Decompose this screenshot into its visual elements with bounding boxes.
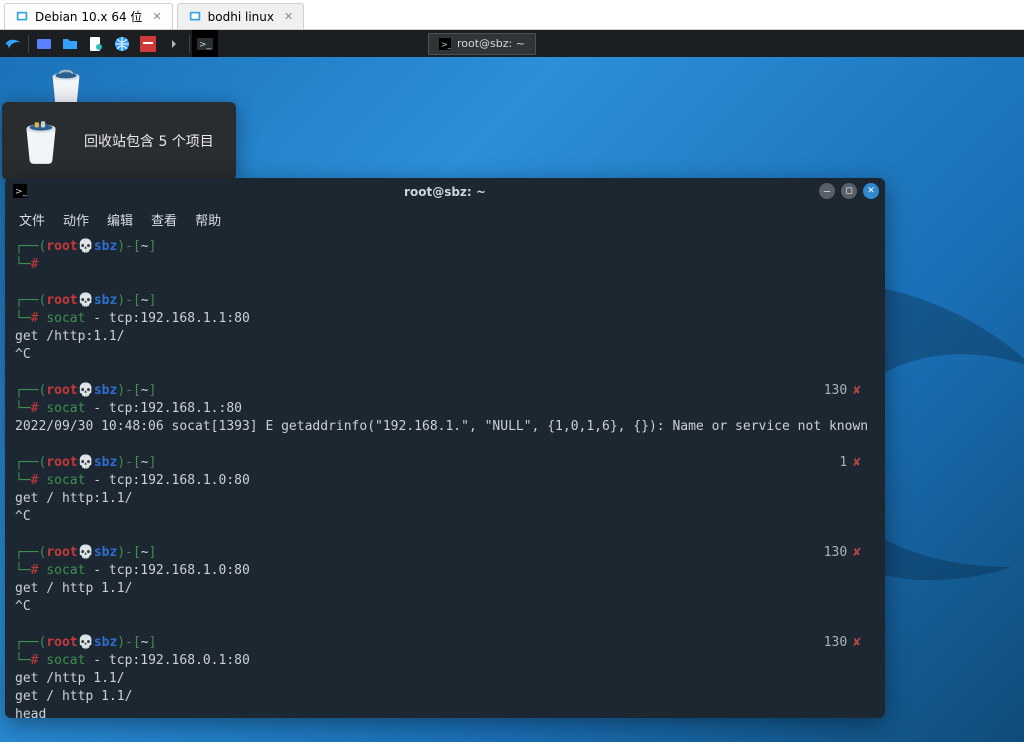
- terminal-menubar: 文件 动作 编辑 查看 帮助: [5, 206, 885, 232]
- prompt-line: ┌──(root💀sbz)-[~]1✘: [15, 454, 875, 472]
- kali-menu-icon[interactable]: [0, 30, 26, 57]
- app-red-icon[interactable]: [135, 30, 161, 57]
- output-line: ^C: [15, 346, 875, 364]
- blank-line: [15, 364, 875, 382]
- prompt-line: ┌──(root💀sbz)-[~]130✘: [15, 382, 875, 400]
- text-editor-icon[interactable]: [83, 30, 109, 57]
- close-icon[interactable]: ✕: [152, 10, 161, 23]
- command-line: └─# socat - tcp:192.168.1.:80: [15, 400, 875, 418]
- terminal-titlebar[interactable]: >_ root@sbz: ~ － ◻ ✕: [5, 178, 885, 206]
- output-line: 2022/09/30 10:48:06 socat[1393] E getadd…: [15, 418, 875, 436]
- minimize-button[interactable]: －: [819, 183, 835, 199]
- vm-icon: [15, 10, 29, 24]
- vm-tab-label: Debian 10.x 64 位: [35, 8, 142, 25]
- taskbar-entry-terminal[interactable]: >_ root@sbz: ~: [428, 33, 536, 55]
- panel-launchers: >_: [0, 30, 218, 57]
- svg-text:>_: >_: [199, 40, 212, 50]
- output-line: get /http:1.1/: [15, 328, 875, 346]
- blank-line: [15, 274, 875, 292]
- output-line: ^C: [15, 598, 875, 616]
- output-line: head: [15, 706, 875, 718]
- kali-panel: >_ >_ root@sbz: ~: [0, 30, 1024, 57]
- taskbar-entry-label: root@sbz: ~: [457, 37, 525, 50]
- close-icon[interactable]: ✕: [284, 10, 293, 23]
- command-line: └─# socat - tcp:192.168.1.1:80: [15, 310, 875, 328]
- vm-tab-strip: Debian 10.x 64 位 ✕ bodhi linux ✕: [0, 0, 1024, 30]
- menu-edit[interactable]: 编辑: [107, 210, 133, 229]
- tooltip-text: 回收站包含 5 个项目: [84, 131, 214, 151]
- files-icon[interactable]: [57, 30, 83, 57]
- prompt-line: ┌──(root💀sbz)-[~]130✘: [15, 544, 875, 562]
- panel-separator: [189, 35, 190, 53]
- vm-tab-debian[interactable]: Debian 10.x 64 位 ✕: [4, 3, 173, 29]
- blank-line: [15, 526, 875, 544]
- menu-actions[interactable]: 动作: [63, 210, 89, 229]
- terminal-icon: >_: [13, 184, 27, 198]
- browser-icon[interactable]: [109, 30, 135, 57]
- vm-icon: [188, 10, 202, 24]
- command-line: └─#: [15, 256, 875, 274]
- output-line: get / http 1.1/: [15, 580, 875, 598]
- terminal-icon: >_: [439, 38, 451, 50]
- output-line: get /http 1.1/: [15, 670, 875, 688]
- window-buttons: － ◻ ✕: [819, 183, 879, 199]
- blank-line: [15, 616, 875, 634]
- trash-icon: [16, 116, 66, 166]
- prompt-line: ┌──(root💀sbz)-[~]: [15, 238, 875, 256]
- vm-tab-label: bodhi linux: [208, 10, 274, 24]
- terminal-title: root@sbz: ~: [404, 185, 486, 199]
- command-line: └─# socat - tcp:192.168.1.0:80: [15, 562, 875, 580]
- prompt-line: ┌──(root💀sbz)-[~]130✘: [15, 634, 875, 652]
- close-button[interactable]: ✕: [863, 183, 879, 199]
- desktop-area[interactable]: 回收站包含 5 个项目 >_ root@sbz: ~ － ◻ ✕ 文件 动作 编…: [0, 57, 1024, 742]
- panel-separator: [28, 35, 29, 53]
- svg-text:>_: >_: [441, 40, 451, 49]
- output-line: ^C: [15, 508, 875, 526]
- svg-text:>_: >_: [15, 187, 27, 197]
- menu-view[interactable]: 查看: [151, 210, 177, 229]
- terminal-window: >_ root@sbz: ~ － ◻ ✕ 文件 动作 编辑 查看 帮助 ┌──(…: [5, 178, 885, 718]
- terminal-launcher-icon[interactable]: >_: [192, 30, 218, 57]
- output-line: get / http 1.1/: [15, 688, 875, 706]
- blank-line: [15, 436, 875, 454]
- menu-help[interactable]: 帮助: [195, 210, 221, 229]
- menu-file[interactable]: 文件: [19, 210, 45, 229]
- vm-tab-bodhi[interactable]: bodhi linux ✕: [177, 3, 305, 29]
- maximize-button[interactable]: ◻: [841, 183, 857, 199]
- output-line: get / http:1.1/: [15, 490, 875, 508]
- terminal-body[interactable]: ┌──(root💀sbz)-[~]└─# ┌──(root💀sbz)-[~]└─…: [5, 232, 885, 718]
- show-desktop-icon[interactable]: [31, 30, 57, 57]
- overflow-icon[interactable]: [161, 30, 187, 57]
- command-line: └─# socat - tcp:192.168.1.0:80: [15, 472, 875, 490]
- command-line: └─# socat - tcp:192.168.0.1:80: [15, 652, 875, 670]
- prompt-line: ┌──(root💀sbz)-[~]: [15, 292, 875, 310]
- trash-tooltip: 回收站包含 5 个项目: [2, 102, 236, 180]
